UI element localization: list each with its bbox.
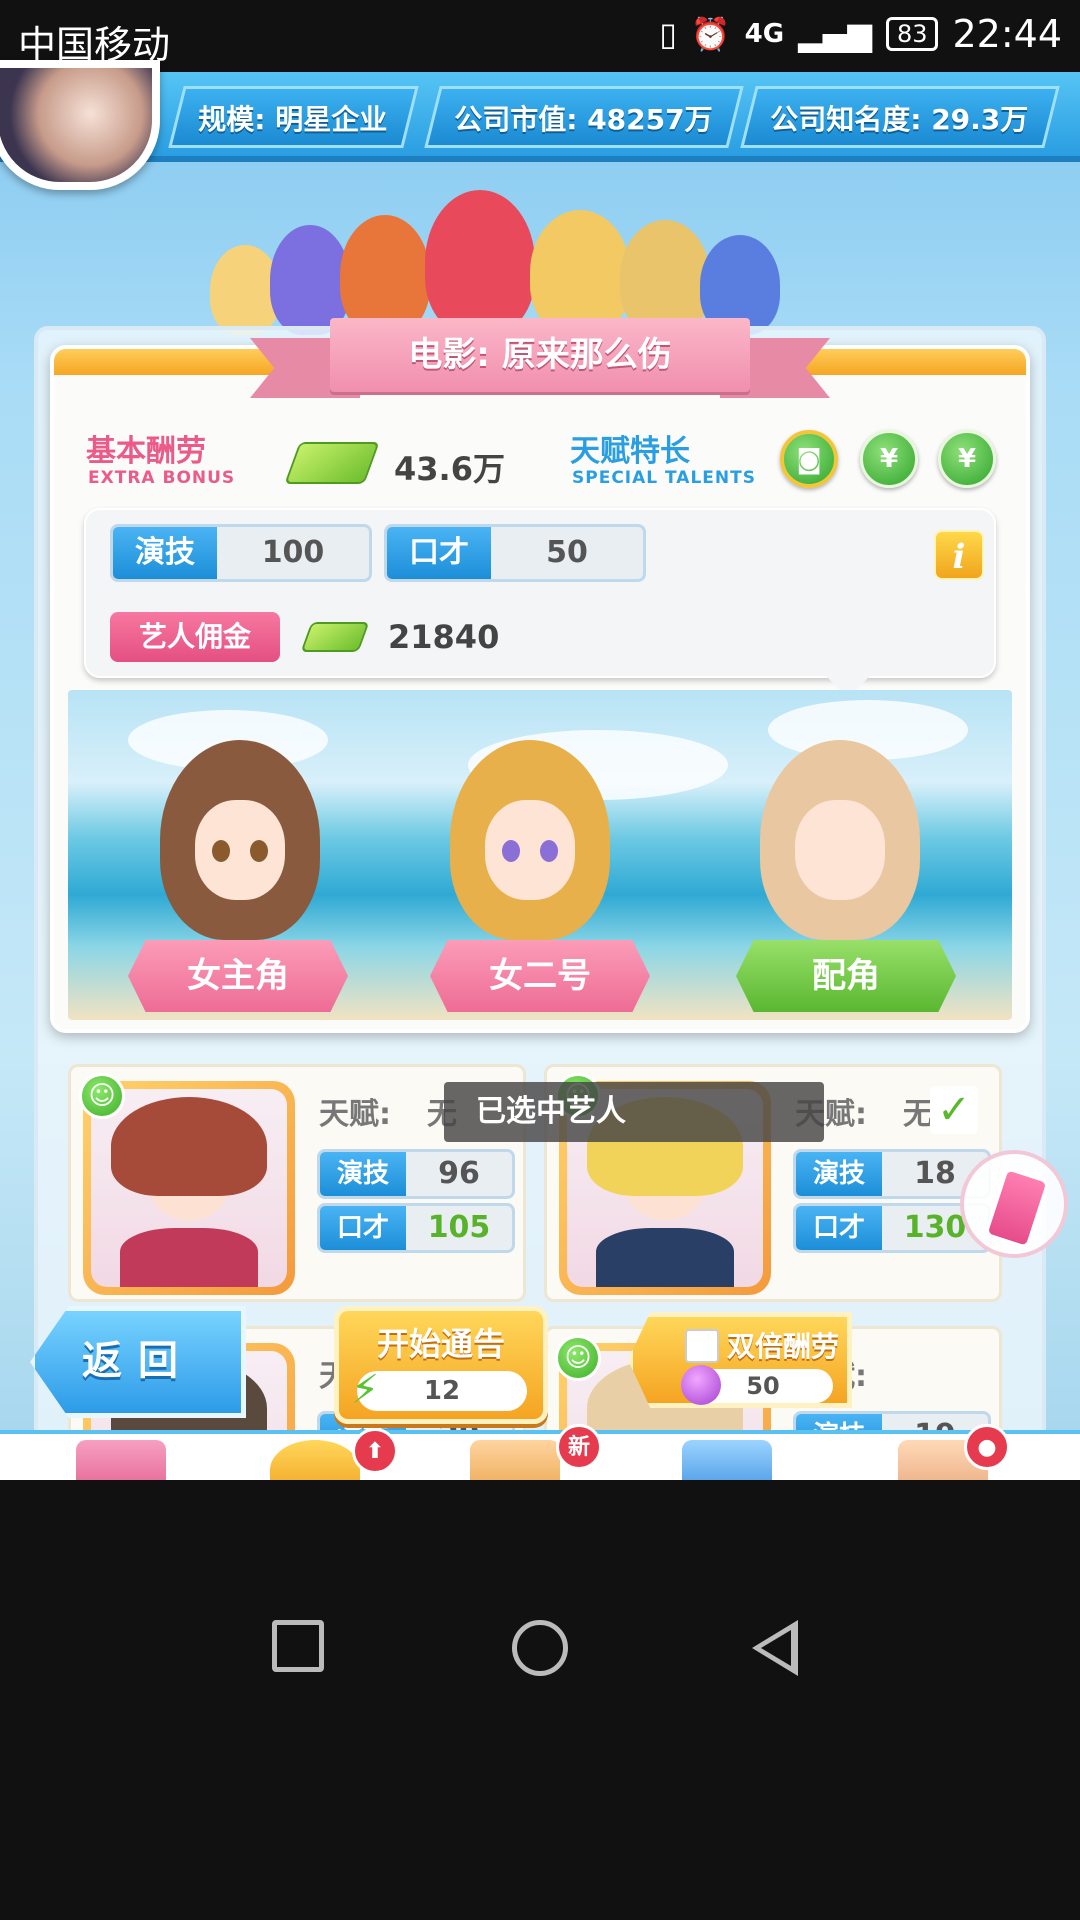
company-scale: 规模: 明星企业 (168, 86, 419, 148)
artist-speech: 口才105 (317, 1203, 515, 1253)
base-pay-en-label: EXTRA BONUS (88, 468, 236, 488)
player-avatar[interactable] (0, 60, 160, 190)
company-fame: 公司知名度: 29.3万 (740, 86, 1060, 148)
camera-talent-icon[interactable]: ◙ (780, 430, 838, 488)
header-character-art (210, 185, 890, 335)
upgrade-badge-icon: ⬆ (352, 1428, 398, 1474)
back-button[interactable]: 返回 (30, 1306, 246, 1418)
start-announcement-button[interactable]: 开始通告 12 ⚡ (334, 1306, 548, 1424)
start-button-label: 开始通告 (376, 1325, 505, 1363)
double-pay-label: 双倍酬劳 (727, 1330, 840, 1363)
gem-icon (681, 1365, 721, 1405)
battery-level: 83 (885, 17, 939, 51)
artist-talent: 天赋:无 (319, 1097, 457, 1132)
talent-label: 天赋特长 (570, 434, 690, 469)
signal-icon: ▂▄▆ (798, 15, 872, 53)
talent-en-label: SPECIAL TALENTS (572, 468, 756, 488)
vibrate-icon: ▯ (659, 15, 677, 53)
requirement-acting: 演技 100 (110, 524, 372, 582)
back-icon[interactable] (752, 1620, 798, 1676)
notification-badge-icon: ● (964, 1424, 1010, 1470)
phone-icon[interactable] (960, 1150, 1068, 1258)
alarm-icon: ⏰ (690, 15, 731, 53)
commission-label: 艺人佣金 (110, 612, 280, 662)
mood-happy-icon: ☺ (79, 1073, 125, 1119)
mood-happy-icon: ☺ (555, 1335, 601, 1381)
energy-bolt-icon: ⚡ (351, 1367, 380, 1413)
role-supporting[interactable]: 配角 (736, 940, 956, 1012)
money-icon (300, 622, 370, 652)
movie-title-ribbon: 电影: 原来那么伤 (250, 318, 830, 398)
network-type: 4G (744, 19, 785, 49)
base-pay-label: 基本酬劳 (86, 434, 206, 469)
requirement-speech: 口才 50 (384, 524, 646, 582)
home-icon[interactable] (512, 1620, 568, 1676)
company-market-value: 公司市值: 48257万 (424, 86, 745, 148)
artist-acting: 演技 96 (317, 1149, 515, 1199)
double-pay-checkbox[interactable] (685, 1329, 719, 1363)
base-pay-value: 43.6万 (394, 450, 505, 488)
clock: 22:44 (952, 12, 1062, 56)
status-bar: 中国移动 ▯ ⏰ 4G ▂▄▆ 83 22:44 (0, 0, 1080, 72)
info-icon[interactable]: i (934, 530, 984, 580)
role-second-actress[interactable]: 女二号 (430, 940, 650, 1012)
selected-artist-banner: 已选中艺人 (444, 1082, 824, 1142)
double-pay-button[interactable]: 双倍酬劳 50 (628, 1312, 852, 1408)
role-lead-actress[interactable]: 女主角 (128, 940, 348, 1012)
commission-value: 21840 (388, 618, 500, 656)
yen-up-talent-icon[interactable]: ¥ (860, 430, 918, 488)
selected-check-icon[interactable]: ✓ (930, 1086, 978, 1134)
yen-4h-talent-icon[interactable]: ¥ (938, 430, 996, 488)
movie-title: 电影: 原来那么伤 (330, 318, 750, 392)
recent-apps-icon[interactable] (272, 1620, 324, 1672)
money-icon (284, 442, 380, 484)
android-navigation-bar (0, 1480, 1080, 1920)
new-badge: 新 (556, 1424, 602, 1470)
